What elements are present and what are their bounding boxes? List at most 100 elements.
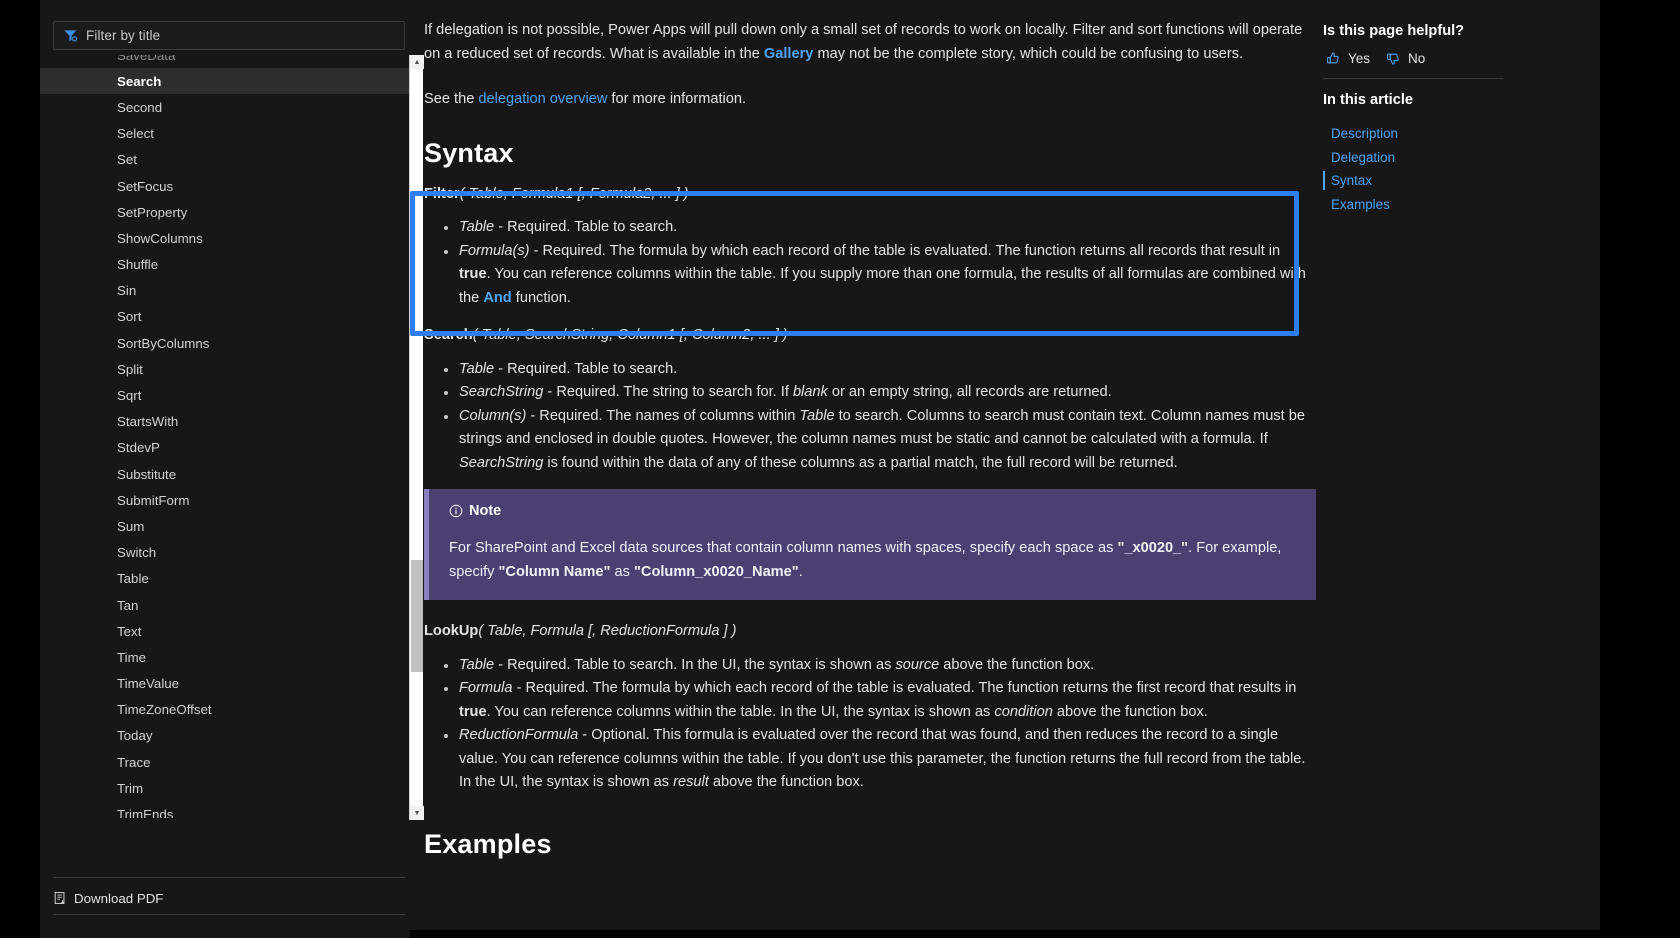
sidebar-item-text[interactable]: Text	[40, 618, 410, 644]
search-param-columns-text-a: - Required. The names of columns within	[526, 407, 800, 424]
sidebar-item-label: Substitute	[117, 466, 177, 482]
sidebar-item-trimends[interactable]: TrimEnds	[40, 801, 410, 818]
search-param-searchstring-name: SearchString	[459, 384, 544, 400]
intro-text-1b: may not be the complete story, which cou…	[813, 45, 1244, 62]
search-param-columns: Column(s) - Required. The names of colum…	[444, 405, 1312, 476]
feedback-yes-label: Yes	[1348, 51, 1371, 66]
sidebar-item-select[interactable]: Select	[40, 121, 410, 147]
sidebar-item-sqrt[interactable]: Sqrt	[40, 382, 410, 408]
sidebar-item-label: SubmitForm	[117, 492, 190, 508]
toc-link-delegation[interactable]: Delegation	[1323, 146, 1523, 170]
lookup-param-formula: Formula - Required. The formula by which…	[444, 677, 1312, 724]
filter-icon	[63, 28, 78, 43]
sidebar-item-label: Set	[117, 152, 137, 168]
sidebar-item-substitute[interactable]: Substitute	[40, 461, 410, 487]
sidebar-item-trace[interactable]: Trace	[40, 749, 410, 775]
sidebar-item-label: Trace	[117, 754, 151, 770]
lookup-param-reduction-text-a: - Optional. This formula is evaluated ov…	[459, 727, 1306, 790]
note-text-d: .	[798, 563, 803, 580]
intro-paragraph-2: See the delegation overview for more inf…	[410, 88, 1330, 112]
toc-link-examples[interactable]: Examples	[1323, 193, 1523, 217]
filter-param-formula-text-b: . You can reference columns within the t…	[459, 266, 1306, 306]
sidebar-item-switch[interactable]: Switch	[40, 540, 410, 566]
sidebar-item-label: Table	[117, 571, 149, 587]
lookup-param-reduction-name: ReductionFormula	[459, 727, 579, 743]
sidebar-item-label: Trim	[117, 780, 144, 796]
toc-link-syntax[interactable]: Syntax	[1323, 169, 1523, 193]
sidebar-item-shuffle[interactable]: Shuffle	[40, 252, 410, 278]
sidebar-item-timevalue[interactable]: TimeValue	[40, 671, 410, 697]
toc-list[interactable]: SaveData Search Second Select Set SetFocus Set…	[40, 55, 410, 818]
note-code-column-x0020-name: "Column_x0020_Name"	[633, 563, 799, 580]
lookup-param-reductionformula: ReductionFormula - Optional. This formul…	[444, 724, 1312, 795]
sidebar-item-startswith[interactable]: StartsWith	[40, 409, 410, 435]
filter-by-title-input[interactable]: Filter by title	[53, 21, 405, 50]
sidebar-item-label: Switch	[117, 545, 157, 561]
and-function-link[interactable]: And	[483, 290, 511, 306]
filter-param-formula-text-c: function.	[511, 289, 571, 306]
filter-param-table-text: - Required. Table to search.	[494, 219, 678, 235]
download-pdf-button[interactable]: Download PDF	[53, 884, 163, 912]
lookup-param-list: Table - Required. Table to search. In th…	[410, 654, 1330, 795]
filter-signature-name: Filter	[424, 185, 460, 202]
sidebar-item-label: SetFocus	[117, 178, 174, 194]
sidebar-item-sortbycolumns[interactable]: SortByColumns	[40, 330, 410, 356]
main-content: If delegation is not possible, Power App…	[410, 0, 1330, 938]
lookup-param-table-text-a: - Required. Table to search. In the UI, …	[494, 656, 896, 673]
lookup-param-table-text-b: above the function box.	[939, 656, 1095, 673]
search-signature-args: ( Table, SearchString, Column1 [, Column…	[472, 327, 788, 343]
sidebar-item-label: TrimEnds	[117, 807, 174, 818]
feedback-yes-button[interactable]: Yes	[1326, 51, 1370, 66]
note-callout: Note For SharePoint and Excel data sourc…	[424, 489, 1316, 600]
sidebar-item-sum[interactable]: Sum	[40, 513, 410, 539]
gallery-link[interactable]: Gallery	[764, 46, 814, 62]
sidebar-item-sort[interactable]: Sort	[40, 304, 410, 330]
sidebar-item-timezoneoffset[interactable]: TimeZoneOffset	[40, 697, 410, 723]
sidebar-item-set[interactable]: Set	[40, 147, 410, 173]
feedback-buttons: Yes No	[1326, 51, 1425, 66]
search-signature: Search( Table, SearchString, Column1 [, …	[410, 324, 1330, 348]
sidebar-item-split[interactable]: Split	[40, 356, 410, 382]
sidebar-item-trim[interactable]: Trim	[40, 775, 410, 801]
intro-text-2a: See the	[424, 91, 479, 107]
sidebar-item-label: Sin	[117, 283, 137, 299]
lookup-param-formula-name: Formula	[459, 680, 513, 696]
sidebar-item-savedata[interactable]: SaveData	[40, 55, 410, 68]
note-title-label: Note	[469, 503, 502, 519]
sidebar-item-time[interactable]: Time	[40, 644, 410, 670]
sidebar-item-table[interactable]: Table	[40, 566, 410, 592]
sidebar-item-label: StartsWith	[117, 414, 179, 430]
lookup-param-formula-text-a: - Required. The formula by which each re…	[512, 680, 1297, 696]
feedback-title: Is this page helpful?	[1323, 23, 1465, 39]
sidebar-item-stdevp[interactable]: StdevP	[40, 435, 410, 461]
search-param-columns-name: Column(s)	[459, 407, 527, 424]
thumbs-up-icon	[1326, 51, 1341, 66]
lookup-param-condition-em: condition	[994, 703, 1053, 720]
sidebar-item-sin[interactable]: Sin	[40, 278, 410, 304]
right-gutter	[1600, 0, 1680, 938]
pdf-icon	[53, 891, 67, 905]
sidebar-item-setfocus[interactable]: SetFocus	[40, 173, 410, 199]
syntax-heading: Syntax	[424, 137, 514, 168]
sidebar-item-tan[interactable]: Tan	[40, 592, 410, 618]
sidebar-item-second[interactable]: Second	[40, 94, 410, 120]
left-sidebar: Filter by title SaveData Search Second Sele…	[40, 0, 424, 938]
sidebar-item-today[interactable]: Today	[40, 723, 410, 749]
search-param-searchstring-text-b: or an empty string, all records are retu…	[827, 384, 1112, 400]
filter-syntax-block: Filter( Table, Formula1 [, Formula2, ...…	[410, 169, 1330, 336]
sidebar-item-label: Split	[117, 361, 143, 377]
sidebar-item-setproperty[interactable]: SetProperty	[40, 199, 410, 225]
sidebar-item-search[interactable]: Search	[40, 68, 410, 95]
sidebar-item-showcolumns[interactable]: ShowColumns	[40, 225, 410, 251]
toc-link-description[interactable]: Description	[1323, 122, 1523, 146]
thumbs-down-icon	[1386, 51, 1401, 66]
delegation-overview-link[interactable]: delegation overview	[478, 91, 607, 107]
lookup-param-result-em: result	[673, 774, 709, 790]
right-sidebar-divider	[1323, 78, 1503, 79]
feedback-no-button[interactable]: No	[1386, 51, 1425, 66]
sidebar-item-submitform[interactable]: SubmitForm	[40, 487, 410, 513]
lookup-signature: LookUp( Table, Formula [, ReductionFormu…	[410, 620, 1330, 644]
lookup-syntax-block: LookUp( Table, Formula [, ReductionFormu…	[410, 620, 1330, 795]
note-text-c: as	[610, 563, 634, 580]
lookup-param-table-name: Table	[459, 656, 495, 673]
